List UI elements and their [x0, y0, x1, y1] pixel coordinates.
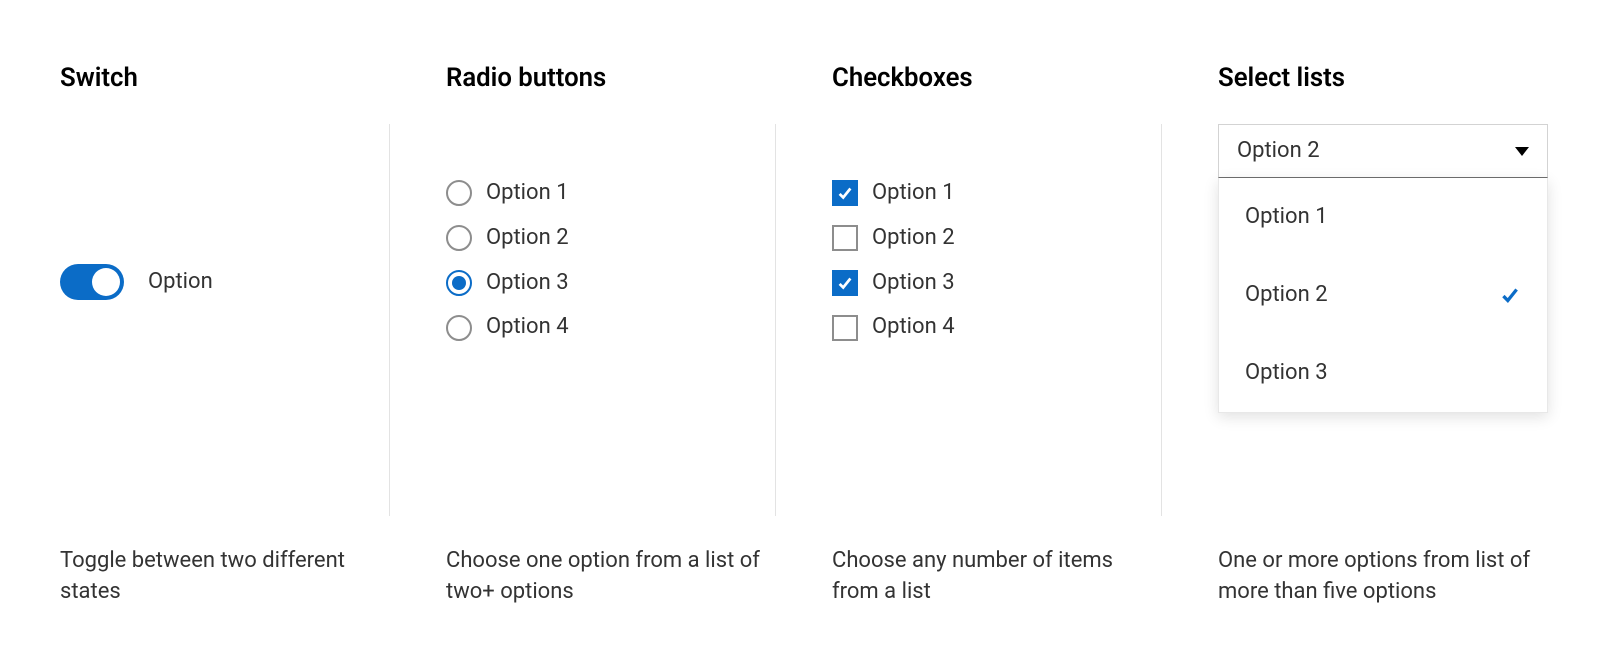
- select-option[interactable]: Option 2: [1219, 256, 1547, 334]
- switch-column: Switch Option Toggle between two differe…: [60, 60, 418, 608]
- switch-row: Option: [60, 264, 389, 300]
- checkbox-option[interactable]: Option 4: [832, 312, 1161, 343]
- checkbox-option[interactable]: Option 2: [832, 223, 1161, 254]
- select-option[interactable]: Option 1: [1219, 178, 1547, 256]
- chevron-down-icon: [1515, 147, 1529, 156]
- select-option-label: Option 1: [1245, 202, 1328, 233]
- radio-indicator-icon: [446, 225, 472, 251]
- select-heading: Select lists: [1218, 60, 1548, 96]
- radio-option[interactable]: Option 1: [446, 178, 775, 209]
- checkbox-option[interactable]: Option 3: [832, 268, 1161, 299]
- radio-label: Option 4: [486, 312, 569, 343]
- radio-indicator-icon: [446, 315, 472, 341]
- checkbox-indicator-icon: [832, 315, 858, 341]
- radio-label: Option 3: [486, 268, 569, 299]
- select-dropdown: Option 1 Option 2 Option 3: [1218, 178, 1548, 413]
- switch-label: Option: [148, 267, 213, 298]
- switch-knob: [92, 268, 120, 296]
- checkbox-indicator-icon: [832, 225, 858, 251]
- radio-heading: Radio buttons: [446, 60, 776, 96]
- select-trigger[interactable]: Option 2: [1218, 124, 1548, 178]
- checkbox-description: Choose any number of items from a list: [832, 516, 1162, 608]
- select-option-label: Option 3: [1245, 358, 1328, 389]
- select-selected-label: Option 2: [1237, 136, 1320, 167]
- radio-group: Option 1 Option 2 Option 3 Option 4: [446, 178, 775, 343]
- select-list: Option 2 Option 1 Option 2 Option 3: [1218, 124, 1548, 413]
- checkbox-group: Option 1 Option 2 Option 3 Option 4: [832, 178, 1161, 343]
- select-column: Select lists Option 2 Option 1 Option 2: [1190, 60, 1548, 608]
- checkbox-heading: Checkboxes: [832, 60, 1162, 96]
- switch-description: Toggle between two different states: [60, 516, 390, 608]
- radio-option[interactable]: Option 4: [446, 312, 775, 343]
- switch-heading: Switch: [60, 60, 390, 96]
- select-description: One or more options from list of more th…: [1218, 516, 1548, 608]
- check-icon: [1499, 284, 1521, 306]
- radio-column: Radio buttons Option 1 Option 2 Option 3: [418, 60, 804, 608]
- checkbox-indicator-icon: [832, 180, 858, 206]
- select-option-label: Option 2: [1245, 280, 1328, 311]
- checkbox-indicator-icon: [832, 270, 858, 296]
- radio-option[interactable]: Option 3: [446, 268, 775, 299]
- checkbox-label: Option 1: [872, 178, 955, 209]
- checkbox-label: Option 2: [872, 223, 955, 254]
- checkbox-label: Option 4: [872, 312, 955, 343]
- checkbox-column: Checkboxes Option 1 Option 2 Opt: [804, 60, 1190, 608]
- radio-label: Option 2: [486, 223, 569, 254]
- check-icon: [836, 274, 854, 292]
- radio-indicator-icon: [446, 180, 472, 206]
- checkbox-option[interactable]: Option 1: [832, 178, 1161, 209]
- radio-option[interactable]: Option 2: [446, 223, 775, 254]
- radio-label: Option 1: [486, 178, 569, 209]
- checkbox-label: Option 3: [872, 268, 955, 299]
- check-icon: [836, 184, 854, 202]
- switch-toggle[interactable]: [60, 264, 124, 300]
- select-option[interactable]: Option 3: [1219, 334, 1547, 412]
- radio-indicator-icon: [446, 270, 472, 296]
- radio-description: Choose one option from a list of two+ op…: [446, 516, 776, 608]
